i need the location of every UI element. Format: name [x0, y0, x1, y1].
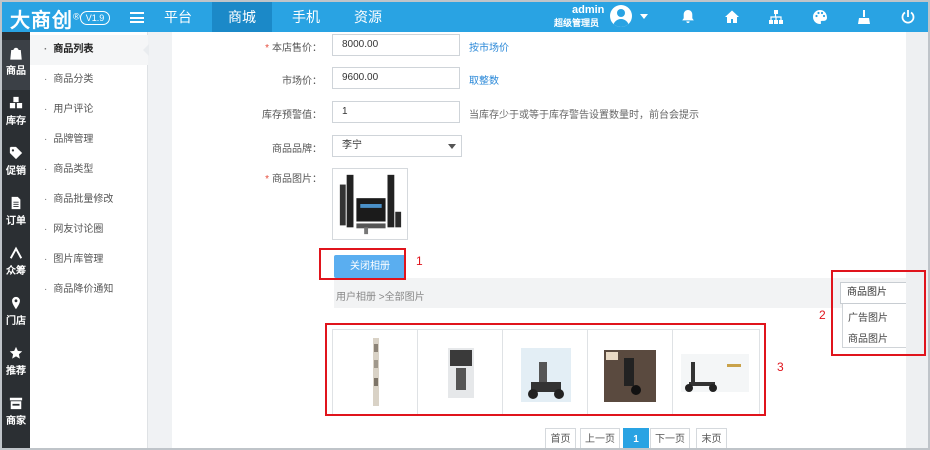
submenu-item-goods-list[interactable]: 商品列表: [30, 35, 149, 65]
stock-warning-label: 库存预警值：: [262, 110, 322, 121]
user-name: admin: [572, 4, 605, 16]
app-window: 大商创® V1.9 平台 商城 手机 资源 admin 超级管理员 商品 库存 …: [0, 0, 930, 450]
submenu-item-category[interactable]: 商品分类: [30, 65, 148, 95]
store-price-label: * 本店售价：: [265, 43, 322, 54]
annotation-label-1: 1: [416, 254, 423, 268]
annotation-box-3: [325, 323, 766, 416]
submenu: 商品列表 商品分类 用户评论 品牌管理 商品类型 商品批量修改 网友讨论圈 图片…: [30, 32, 149, 448]
stock-warning-input[interactable]: 1: [332, 101, 460, 123]
pagination-page-current[interactable]: 1: [623, 428, 649, 448]
chevron-down-icon: [448, 144, 456, 149]
brand-select[interactable]: 李宁: [332, 135, 462, 157]
stock-warning-hint: 当库存少于或等于库存警告设置数量时，前台会提示: [469, 110, 699, 121]
brand-logo[interactable]: 大商创®: [10, 4, 81, 33]
page-right-gutter: [906, 32, 928, 448]
module-recommend[interactable]: 推荐: [2, 340, 30, 390]
sitemap-icon[interactable]: [754, 2, 798, 32]
market-price-input[interactable]: 9600.00: [332, 67, 460, 89]
pagination-first[interactable]: 首页: [545, 428, 576, 448]
brand-select-value: 李宁: [342, 140, 362, 151]
fork-icon: [9, 246, 23, 259]
speaker-system-image: [339, 174, 402, 235]
submenu-item-comments[interactable]: 用户评论: [30, 95, 148, 125]
home-icon[interactable]: [710, 2, 754, 32]
chevron-down-icon[interactable]: [640, 14, 648, 19]
menu-toggle-icon[interactable]: [130, 12, 144, 23]
module-stores[interactable]: 门店: [2, 290, 30, 340]
use-market-price-link[interactable]: 按市场价: [469, 39, 509, 54]
tag-icon: [9, 146, 23, 160]
pagination-next[interactable]: 下一页: [650, 428, 690, 448]
palette-icon[interactable]: [798, 2, 842, 32]
store-price-input[interactable]: 8000.00: [332, 34, 460, 56]
pagination-last[interactable]: 末页: [696, 428, 727, 448]
store-icon: [9, 397, 23, 410]
market-price-label: 市场价：: [282, 76, 322, 87]
power-icon[interactable]: [886, 2, 928, 32]
pagination-prev[interactable]: 上一页: [580, 428, 620, 448]
annotation-label-3: 3: [777, 360, 784, 374]
annotation-label-2: 2: [819, 308, 826, 322]
module-merchants[interactable]: 商家: [2, 390, 30, 440]
module-promotion[interactable]: 促销: [2, 140, 30, 190]
module-goods[interactable]: 商品: [2, 40, 30, 90]
album-breadcrumb: 用户相册 >全部图片: [336, 292, 425, 303]
submenu-item-types[interactable]: 商品类型: [30, 155, 148, 185]
tab-mobile[interactable]: 手机: [278, 2, 334, 32]
module-orders[interactable]: 订单: [2, 190, 30, 240]
submenu-item-brands[interactable]: 品牌管理: [30, 125, 148, 155]
top-navbar: 大商创® V1.9 平台 商城 手机 资源 admin 超级管理员: [2, 2, 928, 32]
brand-label: 商品品牌：: [272, 144, 322, 155]
tab-platform[interactable]: 平台: [152, 2, 204, 32]
annotation-box-1: [319, 248, 406, 280]
module-crowdfunding[interactable]: 众筹: [2, 240, 30, 290]
document-icon: [11, 196, 21, 210]
goods-image-thumbnail[interactable]: [332, 168, 408, 240]
module-sidebar: 商品 库存 促销 订单 众筹 门店 推荐 商家: [2, 32, 30, 448]
star-icon: [9, 346, 23, 359]
round-integer-link[interactable]: 取整数: [469, 72, 499, 87]
broom-icon[interactable]: [842, 2, 886, 32]
goods-image-label: * 商品图片：: [265, 174, 322, 185]
pin-icon: [12, 296, 20, 310]
submenu-item-batch-edit[interactable]: 商品批量修改: [30, 185, 148, 215]
tab-resources[interactable]: 资源: [338, 2, 398, 32]
version-badge: V1.9: [80, 11, 110, 25]
bell-icon[interactable]: [666, 2, 710, 32]
tab-mall[interactable]: 商城: [212, 2, 272, 32]
user-role: 超级管理员: [554, 18, 600, 28]
submenu-item-image-library[interactable]: 图片库管理: [30, 245, 148, 275]
bag-icon: [10, 47, 22, 60]
cubes-icon: [9, 96, 23, 109]
annotation-box-2: [831, 270, 926, 356]
module-stock[interactable]: 库存: [2, 90, 30, 140]
submenu-item-discussion[interactable]: 网友讨论圈: [30, 215, 148, 245]
submenu-item-price-notice[interactable]: 商品降价通知: [30, 275, 148, 305]
avatar[interactable]: [610, 5, 632, 27]
